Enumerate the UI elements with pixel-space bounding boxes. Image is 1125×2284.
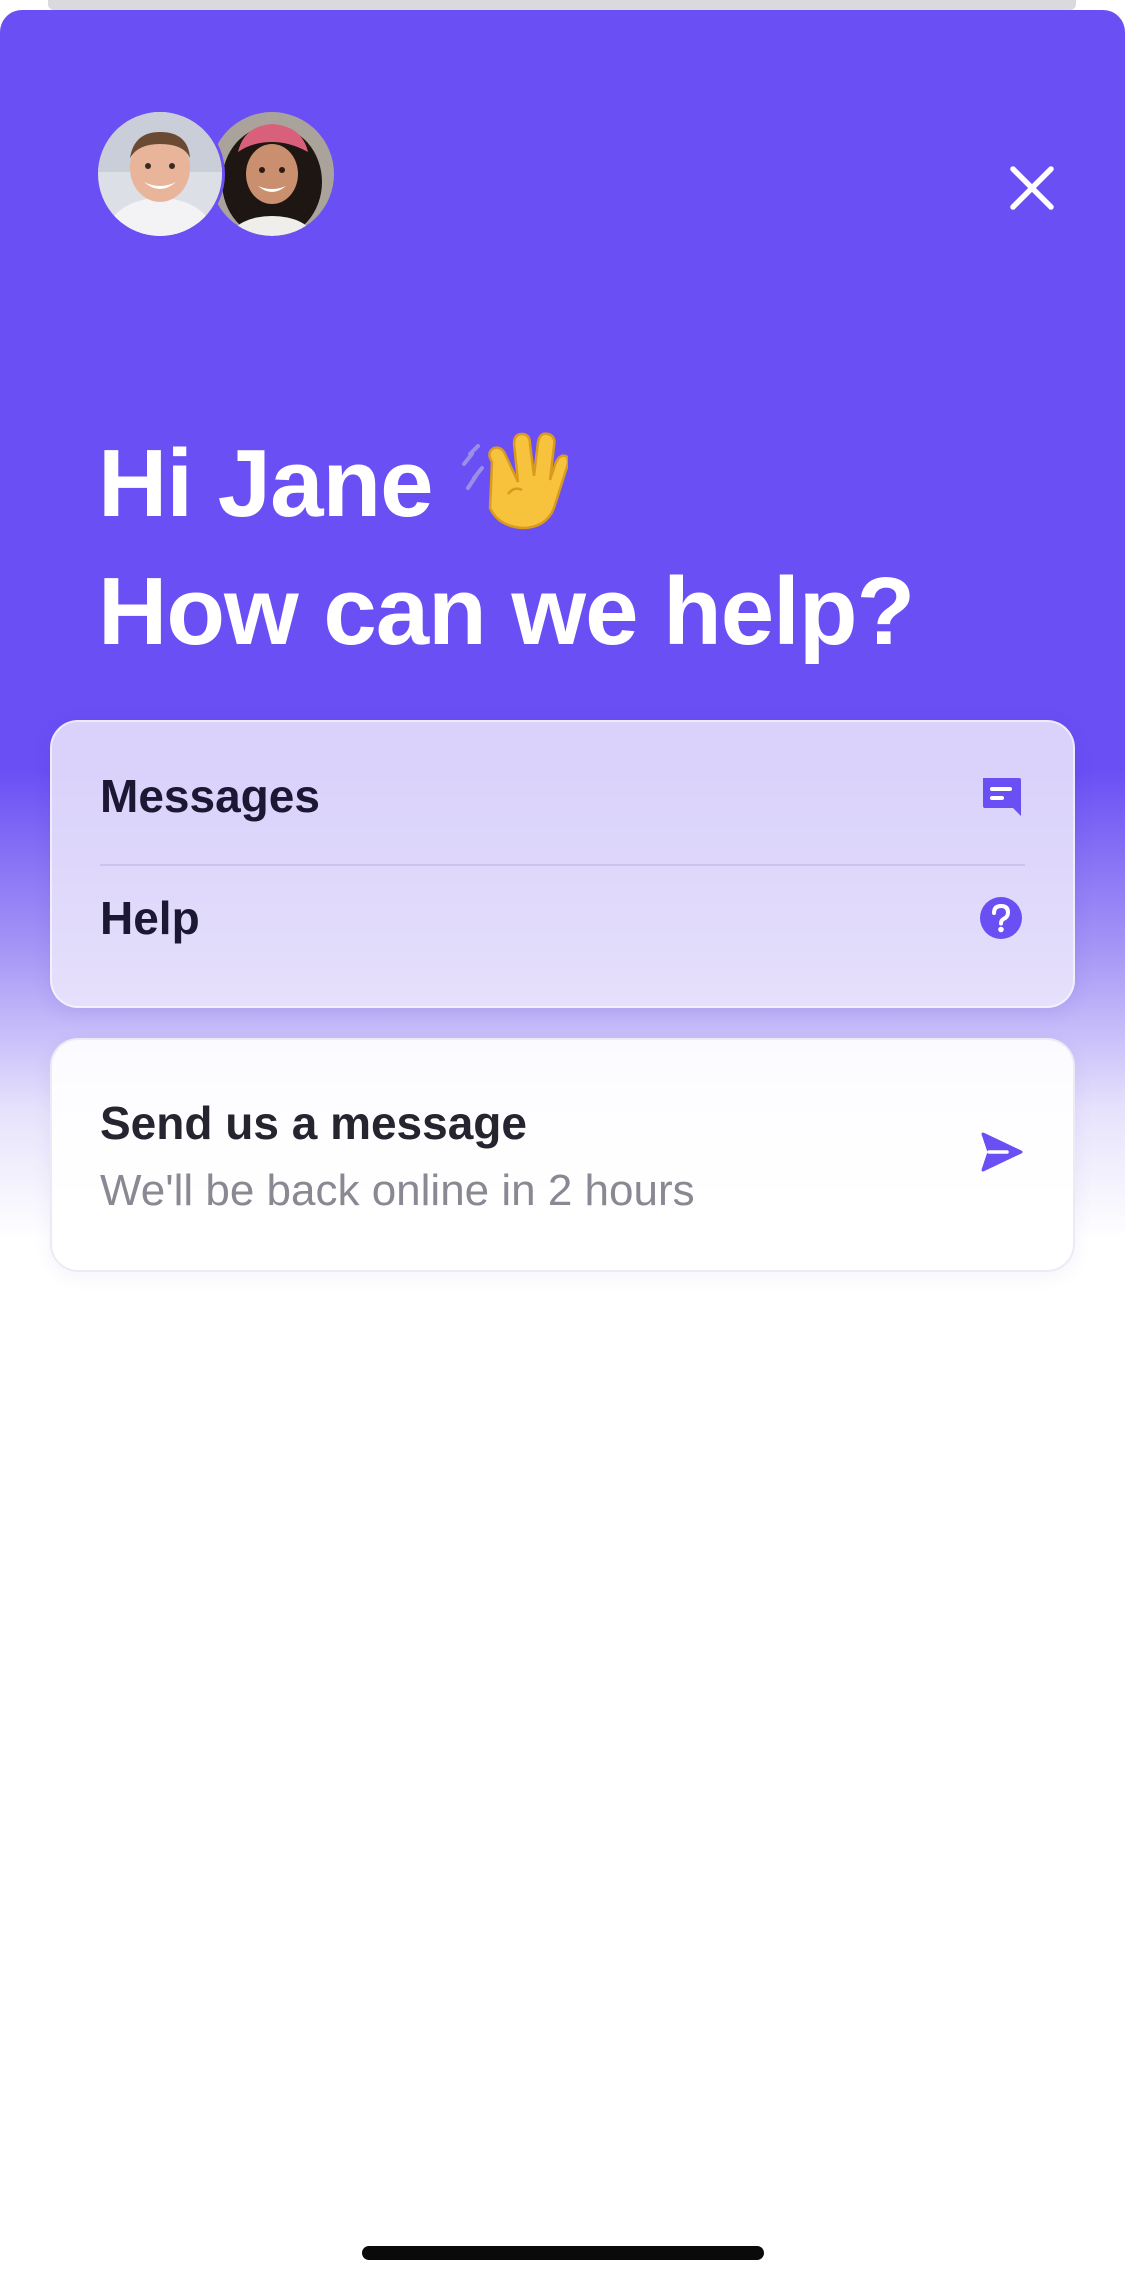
send-message-title: Send us a message [100, 1097, 527, 1149]
avatar-photo-female [210, 112, 334, 236]
send-icon [981, 1132, 1023, 1172]
avatar [98, 112, 222, 236]
team-avatars [98, 112, 338, 236]
home-indicator[interactable] [362, 2246, 764, 2260]
greeting-heading: Hi Jane How can we help? [98, 420, 1058, 676]
send-message-card[interactable]: Send us a message We'll be back online i… [50, 1038, 1075, 1272]
greeting-line-1: Hi Jane [98, 420, 1058, 548]
messages-nav-item[interactable]: Messages [100, 736, 1025, 856]
question-circle-icon [980, 897, 1022, 939]
background-sheet-edge [48, 0, 1076, 10]
avatar [210, 112, 334, 236]
app-screen: Hi Jane How can we help? Messages Help S… [0, 0, 1125, 2284]
chat-icon [983, 778, 1021, 816]
greeting-line-2: How can we help? [98, 558, 915, 665]
navigation-card: Messages Help [50, 720, 1075, 1008]
close-button[interactable] [992, 148, 1072, 228]
close-icon [1010, 166, 1054, 210]
avatar-photo-male [98, 112, 222, 236]
help-label: Help [100, 892, 200, 944]
messages-label: Messages [100, 770, 320, 822]
messenger-home-sheet: Hi Jane How can we help? Messages Help S… [0, 10, 1125, 2284]
greeting-name: Hi Jane [98, 430, 433, 537]
help-nav-item[interactable]: Help [100, 858, 1025, 978]
waving-hand-icon [462, 432, 569, 530]
reply-time-status: We'll be back online in 2 hours [100, 1166, 695, 1215]
